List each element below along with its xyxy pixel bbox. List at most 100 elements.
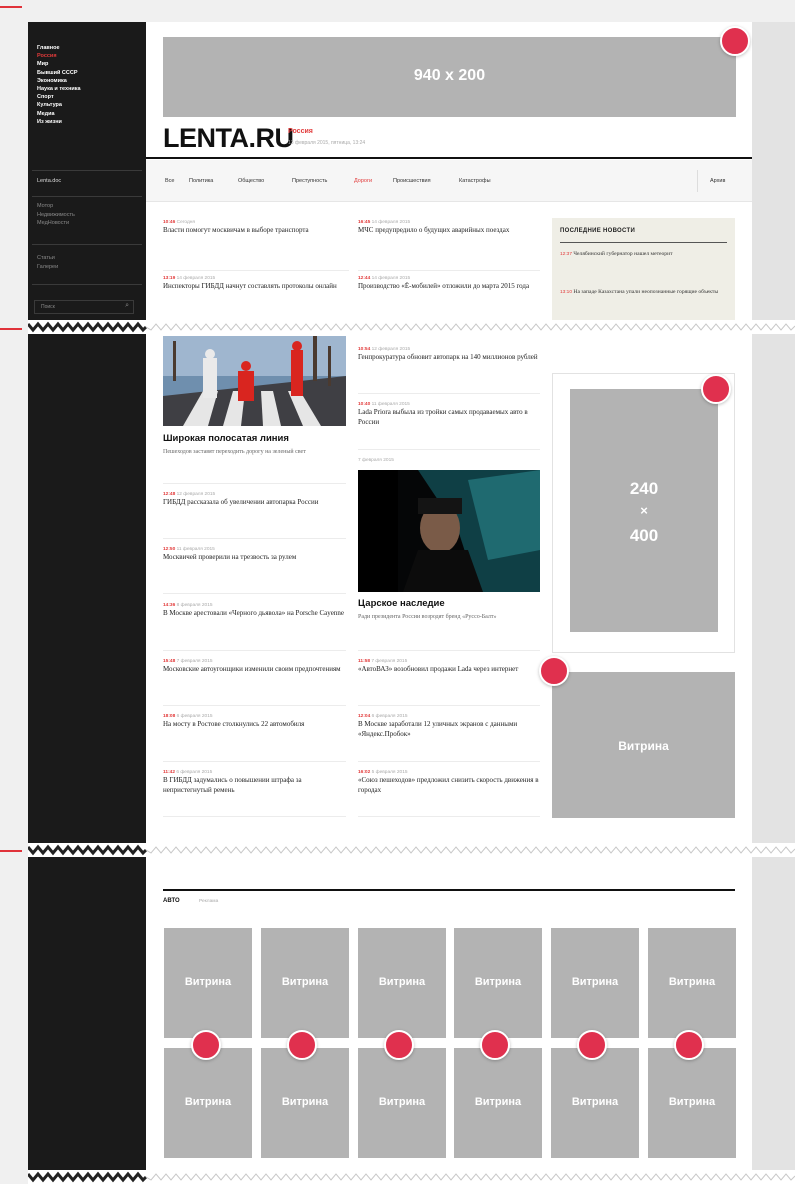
sidebar-item-articles[interactable]: Статьи: [37, 254, 58, 263]
sidebar-item-lenta-doc[interactable]: Lenta.doc: [37, 178, 61, 184]
subnav-item-archive[interactable]: Архив: [710, 178, 725, 184]
hotspot-marker[interactable]: [674, 1030, 704, 1060]
news-title[interactable]: Генпрокуратура обновит автопарк на 140 м…: [358, 353, 540, 363]
feature-photo[interactable]: [358, 470, 540, 592]
news-item[interactable]: 10:46 Сегодня Власти помогут москвичам в…: [163, 219, 349, 236]
vitrina-tile[interactable]: Витрина: [164, 928, 252, 1038]
news-title[interactable]: МЧС предупредило о будущих аварийных пое…: [358, 226, 544, 236]
feature-title[interactable]: Широкая полосатая линия: [163, 433, 346, 445]
news-item[interactable]: 12:44 14 февраля 2015 Производство «Ё-мо…: [358, 275, 544, 292]
hotspot-marker[interactable]: [191, 1030, 221, 1060]
sidebar-item-galleries[interactable]: Галереи: [37, 263, 58, 272]
subnav-item-crime[interactable]: Преступность: [292, 178, 327, 184]
feature-lead: Ради президента России возродят бренд «Р…: [358, 614, 497, 620]
news-divider: [358, 449, 540, 450]
feature-lead: Пешеходов заставят переходить дорогу на …: [163, 449, 306, 455]
sidebar-search-input[interactable]: Поиск ⌕: [34, 300, 134, 314]
feature-photo[interactable]: [163, 336, 346, 426]
news-item[interactable]: 12:50 11 февраля 2015 Москвичей проверил…: [163, 546, 346, 563]
news-title[interactable]: Москвичей проверили на трезвость за руле…: [163, 553, 346, 563]
ad-size-line: 400: [629, 526, 659, 545]
news-item[interactable]: 18:08 6 февраля 2015 На мосту в Ростове …: [163, 713, 346, 730]
sidebar-item-former-ussr[interactable]: Бывший СССР: [37, 69, 137, 77]
sidebar-item-realty[interactable]: Недвижимость: [37, 211, 75, 220]
news-title[interactable]: Lada Priora выбыла из тройки самых прода…: [358, 408, 540, 427]
news-title[interactable]: В Москве арестовали «Черного дьявола» на…: [163, 609, 346, 619]
site-logo[interactable]: LENTA.RU: [163, 123, 294, 154]
sidebar-item-russia[interactable]: Россия: [37, 52, 137, 60]
vitrina-tile[interactable]: Витрина: [454, 928, 542, 1038]
hotspot-marker[interactable]: [720, 26, 750, 56]
hotspot-marker[interactable]: [480, 1030, 510, 1060]
sidebar-divider: [32, 244, 142, 245]
vitrina-tile[interactable]: Витрина: [164, 1048, 252, 1158]
search-icon[interactable]: ⌕: [125, 302, 129, 310]
sidebar-item-life[interactable]: Из жизни: [37, 118, 137, 126]
news-item[interactable]: 10:54 12 февраля 2015 Генпрокуратура обн…: [358, 346, 540, 363]
news-title[interactable]: В ГИБДД задумались о повышении штрафа за…: [163, 776, 346, 795]
sidebar-item-world[interactable]: Мир: [37, 60, 137, 68]
news-item[interactable]: 12:04 6 февраля 2015 В Москве заработали…: [358, 713, 540, 739]
news-title[interactable]: На мосту в Ростове столкнулись 22 автомо…: [163, 720, 346, 730]
hotspot-marker[interactable]: [384, 1030, 414, 1060]
news-title[interactable]: ГИБДД рассказала об увеличении автопарка…: [163, 498, 346, 508]
news-item[interactable]: 16:02 5 февраля 2015 «Союз пешеходов» пр…: [358, 769, 540, 795]
subnav-item-all[interactable]: Все: [165, 178, 174, 184]
vitrina-tile[interactable]: Витрина: [454, 1048, 542, 1158]
news-title[interactable]: «АвтоВАЗ» возобновил продажи Lada через …: [358, 665, 540, 675]
sidebar-item-mednews[interactable]: МедНовости: [37, 219, 75, 228]
news-divider: [163, 650, 346, 651]
ad-240x400-placeholder[interactable]: 240 × 400: [570, 389, 718, 632]
vitrina-tile[interactable]: Витрина: [551, 928, 639, 1038]
feature-item[interactable]: Царское наследие Ради президента России …: [358, 598, 540, 621]
vitrina-label: Витрина: [571, 1096, 619, 1108]
news-item[interactable]: 16:45 14 февраля 2015 МЧС предупредило о…: [358, 219, 544, 236]
news-title[interactable]: «Союз пешеходов» предложил снизить скоро…: [358, 776, 540, 795]
feature-item[interactable]: Широкая полосатая линия Пешеходов застав…: [163, 433, 346, 456]
news-item[interactable]: 10:40 11 февраля 2015 Lada Priora выбыла…: [358, 401, 540, 427]
subnav-item-politics[interactable]: Политика: [189, 178, 213, 184]
subnav-item-society[interactable]: Общество: [238, 178, 264, 184]
news-title[interactable]: Инспекторы ГИБДД начнут составлять прото…: [163, 282, 349, 292]
news-title[interactable]: Московские автоугонщики изменили своим п…: [163, 665, 346, 675]
hotspot-marker[interactable]: [539, 656, 569, 686]
subnav-item-catastrophes[interactable]: Катастрофы: [459, 178, 491, 184]
news-item[interactable]: 13:19 14 февраля 2015 Инспекторы ГИБДД н…: [163, 275, 349, 292]
page-break-zigzag: [28, 320, 795, 334]
news-item[interactable]: 11:58 7 февраля 2015 «АвтоВАЗ» возобнови…: [358, 658, 540, 675]
news-title[interactable]: Власти помогут москвичам в выборе трансп…: [163, 226, 349, 236]
sidebar-item-main[interactable]: Главное: [37, 44, 137, 52]
news-item[interactable]: 11:42 6 февраля 2015 В ГИБДД задумались …: [163, 769, 346, 795]
auto-section-title[interactable]: АВТО: [163, 898, 180, 904]
news-item[interactable]: 14:36 8 февраля 2015 В Москве арестовали…: [163, 602, 346, 619]
news-title[interactable]: Производство «Ё-мобилей» отложили до мар…: [358, 282, 544, 292]
news-title[interactable]: В Москве заработали 12 уличных экранов с…: [358, 720, 540, 739]
subnav-item-incidents[interactable]: Происшествия: [393, 178, 431, 184]
sidebar-item-culture[interactable]: Культура: [37, 101, 137, 109]
latest-news-item[interactable]: 12:37 Челябинский губернатор нашел метео…: [560, 250, 727, 259]
vitrina-tile[interactable]: Витрина: [358, 928, 446, 1038]
latest-news-item[interactable]: 13:10 На западе Казахстана упали неопозн…: [560, 288, 727, 297]
vitrina-tile[interactable]: Витрина: [648, 1048, 736, 1158]
section-title: Россия: [288, 128, 313, 135]
vitrina-tile[interactable]: Витрина: [551, 1048, 639, 1158]
vitrina-placeholder[interactable]: Витрина: [552, 672, 735, 818]
sidebar-item-motor[interactable]: Мотор: [37, 202, 75, 211]
hotspot-marker[interactable]: [287, 1030, 317, 1060]
vitrina-tile[interactable]: Витрина: [261, 1048, 349, 1158]
sidebar-item-media[interactable]: Медиа: [37, 110, 137, 118]
sidebar-item-sport[interactable]: Спорт: [37, 93, 137, 101]
news-divider: [163, 705, 346, 706]
hotspot-marker[interactable]: [701, 374, 731, 404]
sidebar-item-economy[interactable]: Экономика: [37, 77, 137, 85]
vitrina-tile[interactable]: Витрина: [358, 1048, 446, 1158]
news-item[interactable]: 12:48 12 февраля 2015 ГИБДД рассказала о…: [163, 491, 346, 508]
feature-title[interactable]: Царское наследие: [358, 598, 540, 610]
subnav-item-roads[interactable]: Дороги: [354, 178, 372, 184]
vitrina-tile[interactable]: Витрина: [648, 928, 736, 1038]
sidebar-item-science[interactable]: Наука и техника: [37, 85, 137, 93]
top-banner-placeholder[interactable]: 940 x 200: [163, 37, 736, 117]
vitrina-tile[interactable]: Витрина: [261, 928, 349, 1038]
news-item[interactable]: 15:48 7 февраля 2015 Московские автоугон…: [163, 658, 346, 675]
hotspot-marker[interactable]: [577, 1030, 607, 1060]
